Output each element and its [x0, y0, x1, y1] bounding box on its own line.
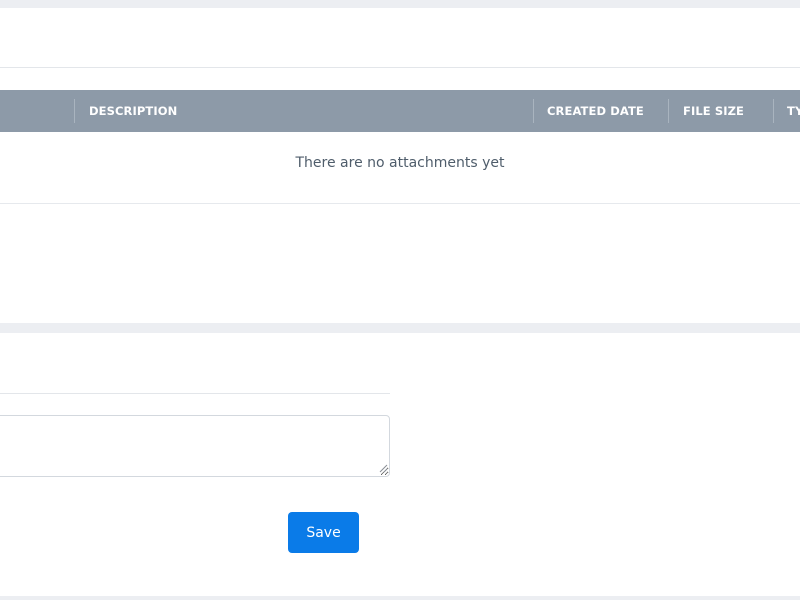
page-top-strip [0, 0, 800, 8]
save-button[interactable]: Save [288, 512, 359, 553]
panel-header-divider [0, 67, 800, 68]
attachments-panel: DESCRIPTION CREATED DATE FILE SIZE TY Th… [0, 8, 800, 323]
empty-state-message: There are no attachments yet [295, 155, 505, 171]
table-empty-row: There are no attachments yet [0, 132, 800, 204]
comment-textarea[interactable] [0, 415, 390, 477]
form-divider [0, 393, 390, 394]
comment-panel: Save [0, 333, 800, 596]
